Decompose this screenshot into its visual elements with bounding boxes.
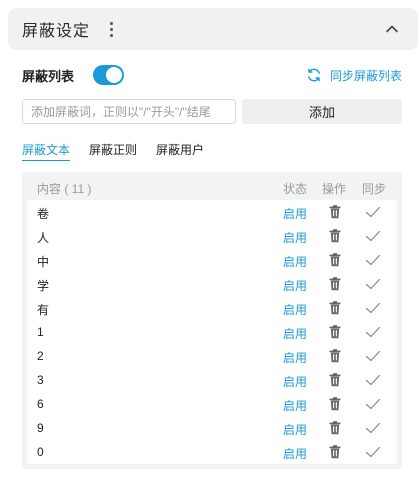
table-row: 中 启用 xyxy=(27,248,397,272)
check-icon[interactable] xyxy=(365,301,381,315)
row-status-toggle[interactable]: 启用 xyxy=(283,325,307,342)
tab-block-regex[interactable]: 屏蔽正则 xyxy=(89,141,137,161)
panel-header: 屏蔽设定 xyxy=(8,8,418,50)
add-button[interactable]: 添加 xyxy=(242,99,402,124)
row-status-toggle[interactable]: 启用 xyxy=(283,349,307,366)
table-header: 内容 ( 11 ) 状态 操作 同步 xyxy=(22,172,402,200)
trash-icon[interactable] xyxy=(327,252,343,268)
row-content: 3 xyxy=(37,373,44,387)
row-status-toggle[interactable]: 启用 xyxy=(283,229,307,246)
header-status: 状态 xyxy=(283,182,308,196)
table-row: 卷 启用 xyxy=(27,200,397,224)
row-status-toggle[interactable]: 启用 xyxy=(283,445,307,462)
row-content: 有 xyxy=(37,303,50,317)
check-icon[interactable] xyxy=(365,229,381,243)
block-list-toggle-row: 屏蔽列表 同步屏蔽列表 xyxy=(22,64,402,86)
table-row: 9 启用 xyxy=(27,416,397,440)
block-list-label: 屏蔽列表 xyxy=(22,68,75,84)
row-content: 卷 xyxy=(37,207,50,221)
trash-icon[interactable] xyxy=(327,324,343,340)
trash-icon[interactable] xyxy=(327,228,343,244)
tab-block-text[interactable]: 屏蔽文本 xyxy=(22,141,71,161)
row-status-toggle[interactable]: 启用 xyxy=(283,421,307,438)
add-word-row: 添加 xyxy=(22,99,402,125)
check-icon[interactable] xyxy=(365,397,381,411)
trash-icon[interactable] xyxy=(327,396,343,412)
chevron-up-icon[interactable] xyxy=(384,21,400,37)
check-icon[interactable] xyxy=(365,349,381,363)
tab-block-user[interactable]: 屏蔽用户 xyxy=(156,141,204,161)
switch-knob xyxy=(106,67,123,83)
row-content: 0 xyxy=(37,445,44,459)
table-row: 学 启用 xyxy=(27,272,397,296)
row-content: 中 xyxy=(37,255,50,269)
row-content: 9 xyxy=(37,421,44,435)
block-type-tabs: 屏蔽文本 屏蔽正则 屏蔽用户 xyxy=(22,141,204,161)
row-status-toggle[interactable]: 启用 xyxy=(283,373,307,390)
check-icon[interactable] xyxy=(365,421,381,435)
trash-icon[interactable] xyxy=(327,204,343,220)
block-list-table: 内容 ( 11 ) 状态 操作 同步 卷启用人启用中启用学启用有启用 1 启用 2 启用… xyxy=(22,172,402,469)
block-word-input[interactable] xyxy=(22,99,236,124)
header-action: 操作 xyxy=(322,182,347,196)
row-status-toggle[interactable]: 启用 xyxy=(283,397,307,414)
trash-icon[interactable] xyxy=(327,276,343,292)
check-icon[interactable] xyxy=(365,277,381,291)
row-status-toggle[interactable]: 启用 xyxy=(283,277,307,294)
row-content: 人 xyxy=(37,231,50,245)
refresh-icon xyxy=(308,68,320,82)
check-icon[interactable] xyxy=(365,205,381,219)
table-body: 卷启用人启用中启用学启用有启用 1 启用 2 启用 3 启用 6 启用 9 启用 0 启用 xyxy=(27,200,397,464)
row-content: 6 xyxy=(37,397,44,411)
panel-title: 屏蔽设定 xyxy=(22,23,91,40)
trash-icon[interactable] xyxy=(327,300,343,316)
row-status-toggle[interactable]: 启用 xyxy=(283,205,307,222)
row-content: 学 xyxy=(37,279,50,293)
block-list-switch[interactable] xyxy=(93,65,125,85)
table-row: 3 启用 xyxy=(27,368,397,392)
row-status-toggle[interactable]: 启用 xyxy=(283,301,307,318)
table-row: 2 启用 xyxy=(27,344,397,368)
table-row: 0 启用 xyxy=(27,440,397,464)
check-icon[interactable] xyxy=(365,325,381,339)
row-content: 2 xyxy=(37,349,44,363)
sync-label: 同步屏蔽列表 xyxy=(329,68,402,83)
row-status-toggle[interactable]: 启用 xyxy=(283,253,307,270)
trash-icon[interactable] xyxy=(327,372,343,388)
table-row: 人 启用 xyxy=(27,224,397,248)
trash-icon[interactable] xyxy=(327,420,343,436)
header-sync: 同步 xyxy=(362,182,387,196)
check-icon[interactable] xyxy=(365,373,381,387)
sync-block-list-button[interactable]: 同步屏蔽列表 xyxy=(306,64,402,86)
trash-icon[interactable] xyxy=(327,348,343,364)
header-content: 内容 ( 11 ) xyxy=(37,182,92,196)
trash-icon[interactable] xyxy=(327,444,343,460)
table-row: 6 启用 xyxy=(27,392,397,416)
check-icon[interactable] xyxy=(365,445,381,459)
check-icon[interactable] xyxy=(365,253,381,267)
table-row: 有 启用 xyxy=(27,296,397,320)
more-vertical-icon[interactable] xyxy=(104,20,118,38)
row-content: 1 xyxy=(37,325,44,339)
table-row: 1 启用 xyxy=(27,320,397,344)
